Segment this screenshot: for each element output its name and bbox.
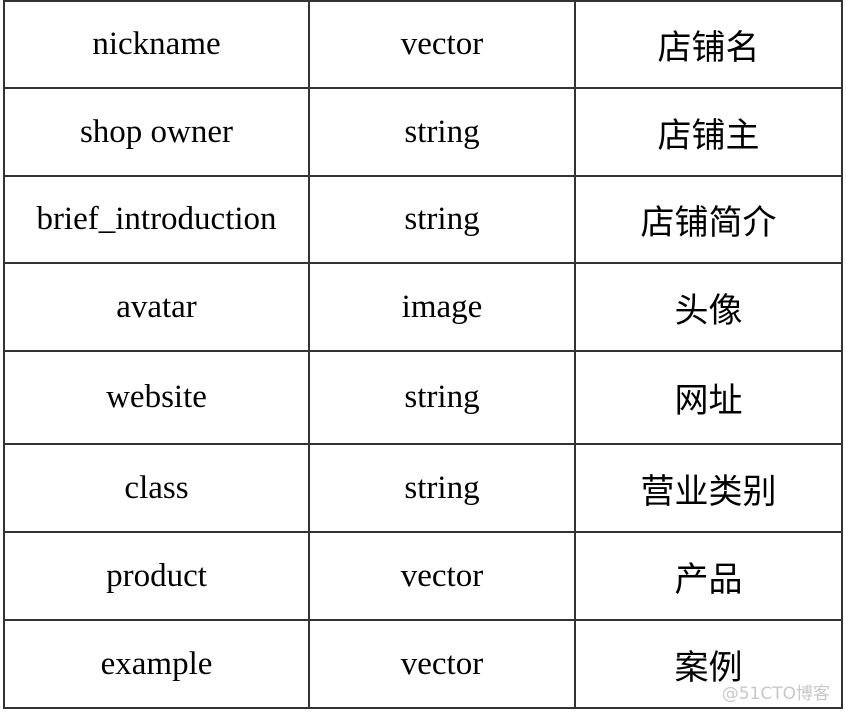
- description-cell: 店铺主: [574, 87, 843, 177]
- field-table: nickname vector 店铺名 shop owner string 店铺主 brie…: [3, 0, 843, 709]
- table-row: brief_introduction string 店铺简介: [3, 175, 843, 264]
- field-name-cell: product: [3, 531, 310, 621]
- type-cell: vector: [308, 0, 576, 89]
- type-cell: string: [308, 443, 576, 533]
- field-name-cell: class: [3, 443, 310, 533]
- description-cell: 营业类别: [574, 443, 843, 533]
- type-cell: string: [308, 87, 576, 177]
- type-cell: string: [308, 350, 576, 445]
- description-cell: 店铺名: [574, 0, 843, 89]
- field-name-cell: example: [3, 619, 310, 709]
- table-row: nickname vector 店铺名: [3, 0, 843, 89]
- watermark: @51CTO博客: [721, 684, 830, 704]
- field-name-cell: avatar: [3, 262, 310, 352]
- description-cell: 网址: [574, 350, 843, 445]
- type-cell: vector: [308, 531, 576, 621]
- table-row: example vector 案例: [3, 619, 843, 709]
- type-cell: string: [308, 175, 576, 264]
- type-cell: vector: [308, 619, 576, 709]
- field-name-cell: nickname: [3, 0, 310, 89]
- field-name-cell: website: [3, 350, 310, 445]
- type-cell: image: [308, 262, 576, 352]
- description-cell: 头像: [574, 262, 843, 352]
- table-row: website string 网址: [3, 350, 843, 445]
- table-row: product vector 产品: [3, 531, 843, 621]
- table-row: shop owner string 店铺主: [3, 87, 843, 177]
- table-row: class string 营业类别: [3, 443, 843, 533]
- table-row: avatar image 头像: [3, 262, 843, 352]
- field-name-cell: shop owner: [3, 87, 310, 177]
- description-cell: 产品: [574, 531, 843, 621]
- description-cell: 店铺简介: [574, 175, 843, 264]
- field-name-cell: brief_introduction: [3, 175, 310, 264]
